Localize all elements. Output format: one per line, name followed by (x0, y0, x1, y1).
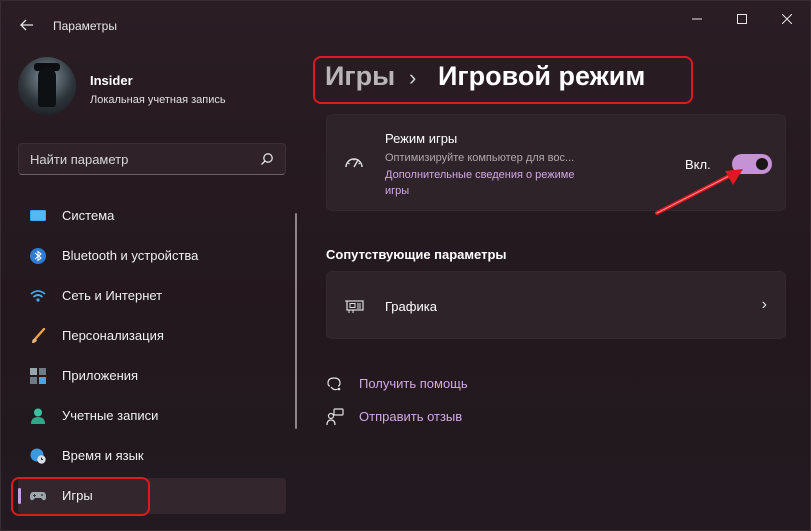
maximize-icon (737, 14, 747, 24)
graphics-label: Графика (385, 299, 437, 314)
sidebar-item-apps[interactable]: Приложения (18, 358, 286, 394)
game-mode-description: Оптимизируйте компьютер для вос... (385, 152, 575, 164)
wifi-icon (30, 290, 46, 302)
person-icon (31, 408, 45, 424)
search-icon[interactable] (259, 151, 275, 167)
breadcrumb-separator: › (409, 65, 417, 90)
help-icon (327, 377, 341, 391)
sidebar-item-bluetooth[interactable]: Bluetooth и устройства (18, 238, 286, 274)
titlebar: Параметры (1, 1, 811, 49)
bluetooth-icon (30, 248, 46, 264)
sidebar-item-system[interactable]: Система (18, 198, 286, 234)
page-title: Игровой режим (438, 61, 646, 91)
settings-window: Параметры Insider Локальная учетная запи… (0, 0, 811, 531)
maximize-button[interactable] (719, 9, 765, 29)
app-title: Параметры (53, 19, 117, 33)
close-button[interactable] (764, 9, 810, 29)
toggle-knob (756, 158, 768, 170)
sidebar-item-label: Игры (62, 488, 93, 503)
arrow-left-icon (20, 19, 33, 31)
back-button[interactable] (15, 15, 39, 35)
avatar-figure (38, 67, 56, 107)
sidebar-item-label: Персонализация (62, 328, 164, 343)
search-placeholder: Найти параметр (30, 152, 129, 167)
avatar[interactable] (18, 57, 76, 115)
toggle-state-label: Вкл. (685, 157, 711, 172)
sidebar-item-label: Приложения (62, 368, 139, 383)
breadcrumb-parent[interactable]: Игры (325, 61, 395, 92)
minimize-button[interactable] (674, 9, 720, 29)
sidebar-item-time-language[interactable]: Время и язык (18, 438, 286, 474)
close-icon (782, 14, 792, 24)
sidebar-item-label: Сеть и Интернет (62, 288, 163, 303)
sidebar-item-network[interactable]: Сеть и Интернет (18, 278, 286, 314)
sidebar-scrollbar[interactable] (295, 213, 297, 429)
gamepad-icon (30, 492, 46, 501)
graphics-card-icon (345, 300, 364, 313)
game-mode-card: Режим игры Оптимизируйте компьютер для в… (326, 114, 786, 211)
related-settings-heading: Сопутствующие параметры (326, 247, 507, 262)
search-input[interactable]: Найти параметр (18, 143, 286, 175)
monitor-icon (30, 210, 46, 221)
send-feedback-label: Отправить отзыв (359, 409, 463, 424)
globe-clock-icon (30, 448, 46, 464)
sidebar-item-accounts[interactable]: Учетные записи (18, 398, 286, 434)
sidebar-item-label: Время и язык (62, 448, 144, 463)
game-mode-title: Режим игры (385, 131, 458, 146)
sidebar-item-gaming[interactable]: Игры (18, 478, 286, 514)
user-name: Insider (90, 73, 133, 88)
minimize-icon (692, 18, 702, 20)
game-mode-toggle[interactable] (732, 154, 772, 174)
graphics-card-row[interactable]: Графика › (326, 271, 786, 339)
sidebar-item-label: Bluetooth и устройства (62, 248, 199, 263)
apps-icon (30, 368, 46, 384)
account-type: Локальная учетная запись (90, 94, 226, 106)
active-indicator (18, 488, 21, 504)
learn-more-link[interactable]: Дополнительные сведения о режиме игры (385, 167, 575, 199)
sidebar-item-personalization[interactable]: Персонализация (18, 318, 286, 354)
sidebar-item-label: Учетные записи (62, 408, 159, 423)
chevron-right-icon: › (761, 296, 767, 313)
get-help-label: Получить помощь (359, 376, 468, 391)
speedometer-icon (345, 158, 363, 168)
feedback-icon (326, 408, 344, 426)
brush-icon (32, 328, 46, 343)
sidebar-item-label: Система (62, 208, 115, 223)
